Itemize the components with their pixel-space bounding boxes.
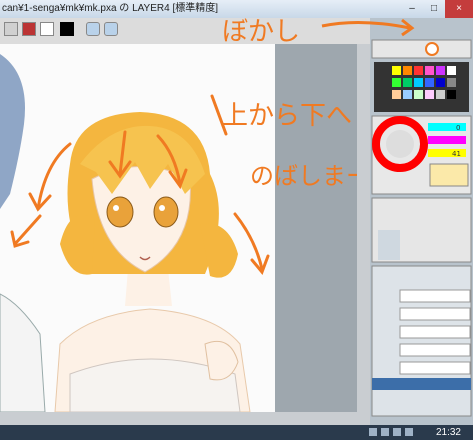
right-eye-highlight — [159, 205, 165, 211]
tray-icon[interactable] — [381, 428, 389, 436]
tray-icon[interactable] — [369, 428, 377, 436]
layer-row[interactable] — [399, 343, 471, 357]
active-layer-row[interactable] — [372, 378, 471, 390]
neck-shape — [125, 269, 172, 306]
tray-icon[interactable] — [393, 428, 401, 436]
left-pigtail-shape — [60, 214, 95, 275]
layer-row[interactable] — [399, 307, 471, 321]
arrow-left-lower — [13, 214, 42, 246]
system-tray — [369, 428, 413, 436]
white-sleeve-shape — [0, 293, 46, 412]
clock: 21:32 — [435, 427, 461, 438]
left-eye — [106, 196, 134, 228]
taskbar: 21:32 — [0, 425, 473, 440]
layer-row[interactable] — [399, 289, 471, 303]
annotation-overlay: ぼかし — [222, 17, 415, 47]
annotation-line1: 上から下へ — [222, 101, 352, 131]
annotation-line2: のばしまーす — [250, 162, 370, 190]
magenta-slider[interactable] — [428, 136, 466, 144]
artwork: 上から下へ のばしまーす — [0, 54, 370, 412]
horizontal-scrollbar[interactable] — [0, 412, 370, 425]
arrow-right-lower — [233, 212, 264, 271]
left-eye-highlight — [113, 205, 119, 211]
vertical-scrollbar[interactable] — [357, 44, 370, 412]
tray-icon[interactable] — [405, 428, 413, 436]
value-readout-2: 41 — [452, 150, 461, 158]
layer-row[interactable] — [399, 361, 471, 375]
arrow-left-upper — [36, 142, 72, 211]
right-tool-panel: 0 41 — [370, 18, 473, 425]
color-wheel-center[interactable] — [386, 130, 414, 158]
panel-graphics: 0 41 — [371, 39, 472, 417]
current-color-preview — [429, 163, 469, 187]
tool-buttons[interactable] — [378, 230, 400, 260]
bokashi-arrow — [321, 20, 411, 30]
layer-panel — [371, 265, 472, 417]
blue-hair-shape — [0, 54, 25, 209]
color-palette[interactable] — [374, 62, 469, 112]
layer-row[interactable] — [399, 325, 471, 339]
canvas-area[interactable]: 上から下へ のばしまーす — [0, 44, 370, 412]
annotation-bokashi: ぼかし — [222, 17, 300, 47]
right-eye — [153, 196, 179, 228]
value-readout-1: 0 — [456, 124, 460, 132]
